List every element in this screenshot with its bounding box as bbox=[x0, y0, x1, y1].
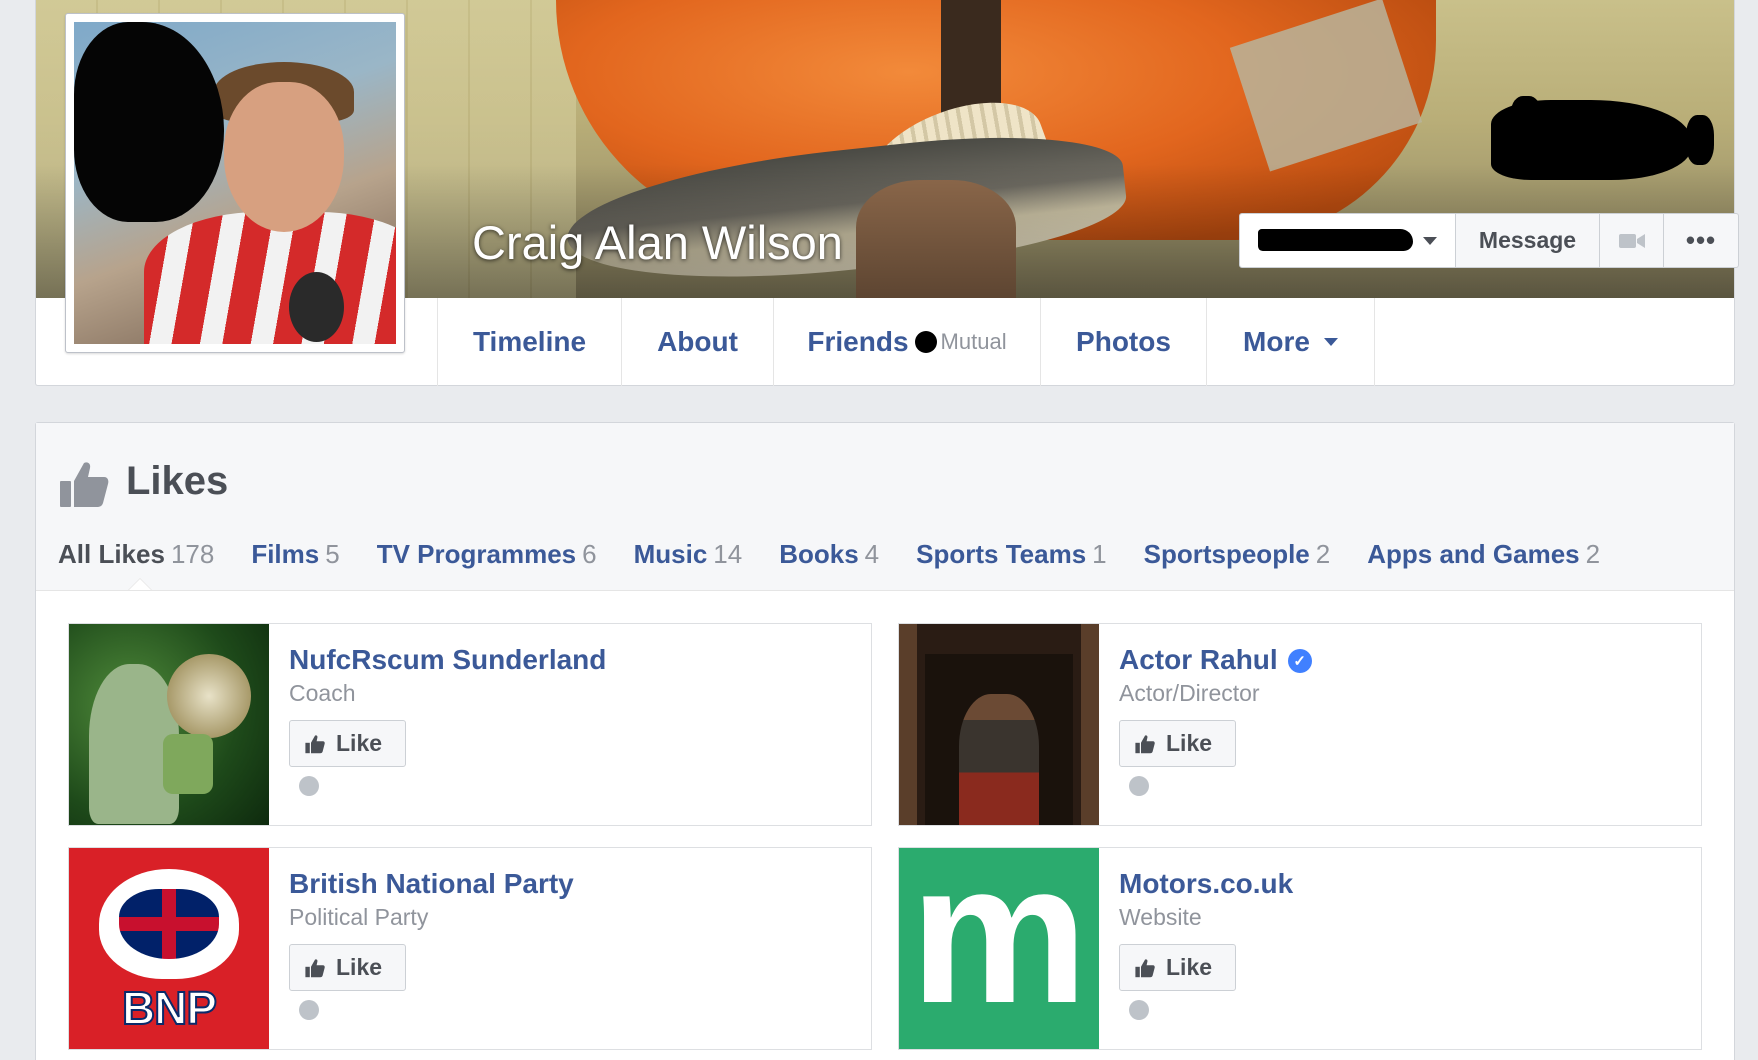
bnp-logo-text: BNP bbox=[121, 981, 218, 1035]
filter-label: Films bbox=[251, 539, 320, 569]
page-name[interactable]: British National Party bbox=[289, 868, 574, 900]
redacted-label bbox=[1258, 229, 1413, 251]
likes-header: Likes All Likes 178 Films 5 TV Programmes 6… bbox=[36, 423, 1734, 591]
page-category: Actor/Director bbox=[1119, 680, 1260, 706]
page-thumbnail[interactable] bbox=[69, 624, 269, 825]
like-button[interactable]: Like bbox=[1119, 720, 1236, 767]
thumbs-up-icon bbox=[1135, 734, 1155, 753]
thumbs-up-icon bbox=[1135, 958, 1155, 977]
mutual-friends-label: Mutual bbox=[940, 329, 1007, 354]
active-tab-pointer bbox=[128, 578, 152, 590]
filter-tv-programmes[interactable]: TV Programmes 6 bbox=[377, 539, 597, 570]
filter-label: TV Programmes bbox=[376, 539, 577, 569]
profile-nav: Timeline About Friends Mutual Photos Mor… bbox=[437, 298, 1375, 386]
filter-music[interactable]: Music 14 bbox=[634, 539, 743, 570]
thumbs-up-icon bbox=[60, 462, 109, 507]
page-thumbnail[interactable] bbox=[899, 624, 1099, 825]
globe-icon bbox=[299, 1000, 319, 1020]
like-item: Actor Rahul ✓ Actor/Director Like bbox=[898, 623, 1702, 826]
like-button[interactable]: Like bbox=[289, 720, 406, 767]
filter-sportspeople[interactable]: Sportspeople 2 bbox=[1144, 539, 1331, 570]
globe-icon bbox=[299, 776, 319, 796]
filter-all-likes[interactable]: All Likes 178 bbox=[58, 539, 214, 570]
filter-count: 178 bbox=[170, 539, 215, 569]
chevron-down-icon bbox=[1423, 237, 1437, 245]
filter-count: 6 bbox=[582, 539, 597, 569]
like-item: NufcRscum Sunderland Coach Like bbox=[68, 623, 872, 826]
filter-label: Books bbox=[779, 539, 859, 569]
tab-friends-label: Friends bbox=[807, 326, 909, 357]
motors-logo-m: m bbox=[910, 848, 1088, 1045]
like-button-label: Like bbox=[336, 954, 383, 980]
profile-picture[interactable] bbox=[65, 13, 405, 353]
page-category: Political Party bbox=[289, 904, 429, 930]
filter-sports-teams[interactable]: Sports Teams 1 bbox=[916, 539, 1106, 570]
filter-films[interactable]: Films 5 bbox=[251, 539, 339, 570]
likes-title: Likes bbox=[126, 459, 229, 503]
tab-more[interactable]: More bbox=[1207, 298, 1375, 386]
filter-label: Sports Teams bbox=[916, 539, 1087, 569]
verified-badge-icon: ✓ bbox=[1287, 649, 1312, 673]
redaction-blot bbox=[74, 22, 224, 222]
thumbs-up-icon bbox=[305, 734, 325, 753]
like-button-label: Like bbox=[1166, 730, 1213, 756]
filter-books[interactable]: Books 4 bbox=[779, 539, 879, 570]
video-call-button[interactable] bbox=[1600, 214, 1664, 267]
filter-label: Sportspeople bbox=[1143, 539, 1310, 569]
filter-apps-and-games[interactable]: Apps and Games 2 bbox=[1367, 539, 1600, 570]
tab-photos[interactable]: Photos bbox=[1041, 298, 1207, 386]
friend-status-button[interactable] bbox=[1240, 214, 1456, 267]
filter-count: 1 bbox=[1092, 539, 1107, 569]
union-jack-heart-logo bbox=[99, 868, 239, 979]
likes-filter-tabs: All Likes 178 Films 5 TV Programmes 6 Music… bbox=[58, 539, 1637, 570]
likes-section: Likes All Likes 178 Films 5 TV Programmes 6… bbox=[35, 422, 1735, 1060]
page-name[interactable]: Actor Rahul ✓ bbox=[1119, 644, 1312, 676]
like-item: BNP British National Party Political Par… bbox=[68, 847, 872, 1050]
page-category: Website bbox=[1119, 904, 1202, 930]
like-button[interactable]: Like bbox=[289, 944, 406, 991]
globe-icon bbox=[1129, 776, 1149, 796]
tab-friends[interactable]: Friends Mutual bbox=[774, 298, 1041, 386]
filter-count: 14 bbox=[713, 539, 743, 569]
message-button[interactable]: Message bbox=[1456, 214, 1600, 267]
like-button-label: Like bbox=[1166, 954, 1213, 980]
tab-more-label: More bbox=[1243, 326, 1310, 357]
globe-icon bbox=[1129, 1000, 1149, 1020]
profile-name[interactable]: Craig Alan Wilson bbox=[472, 215, 843, 270]
filter-count: 4 bbox=[864, 539, 880, 569]
like-button[interactable]: Like bbox=[1119, 944, 1236, 991]
tab-timeline[interactable]: Timeline bbox=[438, 298, 622, 386]
thumbs-up-icon bbox=[305, 958, 325, 977]
like-item: m Motors.co.uk Website Like bbox=[898, 847, 1702, 1050]
filter-label: Music bbox=[633, 539, 708, 569]
filter-count: 2 bbox=[1585, 539, 1601, 569]
page-thumbnail[interactable]: m bbox=[899, 848, 1099, 1049]
filter-count: 2 bbox=[1315, 539, 1331, 569]
chevron-down-icon bbox=[1323, 338, 1338, 346]
tab-about[interactable]: About bbox=[622, 298, 774, 386]
video-camera-icon bbox=[1618, 233, 1645, 248]
page-name[interactable]: NufcRscum Sunderland bbox=[289, 644, 606, 676]
redaction-blot bbox=[914, 331, 937, 353]
page-name[interactable]: Motors.co.uk bbox=[1119, 868, 1293, 900]
page-category: Coach bbox=[289, 680, 356, 706]
filter-label: Apps and Games bbox=[1367, 539, 1580, 569]
filter-count: 5 bbox=[325, 539, 340, 569]
profile-photo bbox=[74, 22, 396, 344]
page-name-text: Actor Rahul bbox=[1119, 644, 1278, 675]
filter-label: All Likes bbox=[58, 539, 165, 569]
more-actions-button[interactable]: ••• bbox=[1664, 214, 1738, 267]
page-thumbnail[interactable]: BNP bbox=[69, 848, 269, 1049]
like-button-label: Like bbox=[336, 730, 383, 756]
profile-action-bar: Message ••• bbox=[1239, 213, 1739, 268]
